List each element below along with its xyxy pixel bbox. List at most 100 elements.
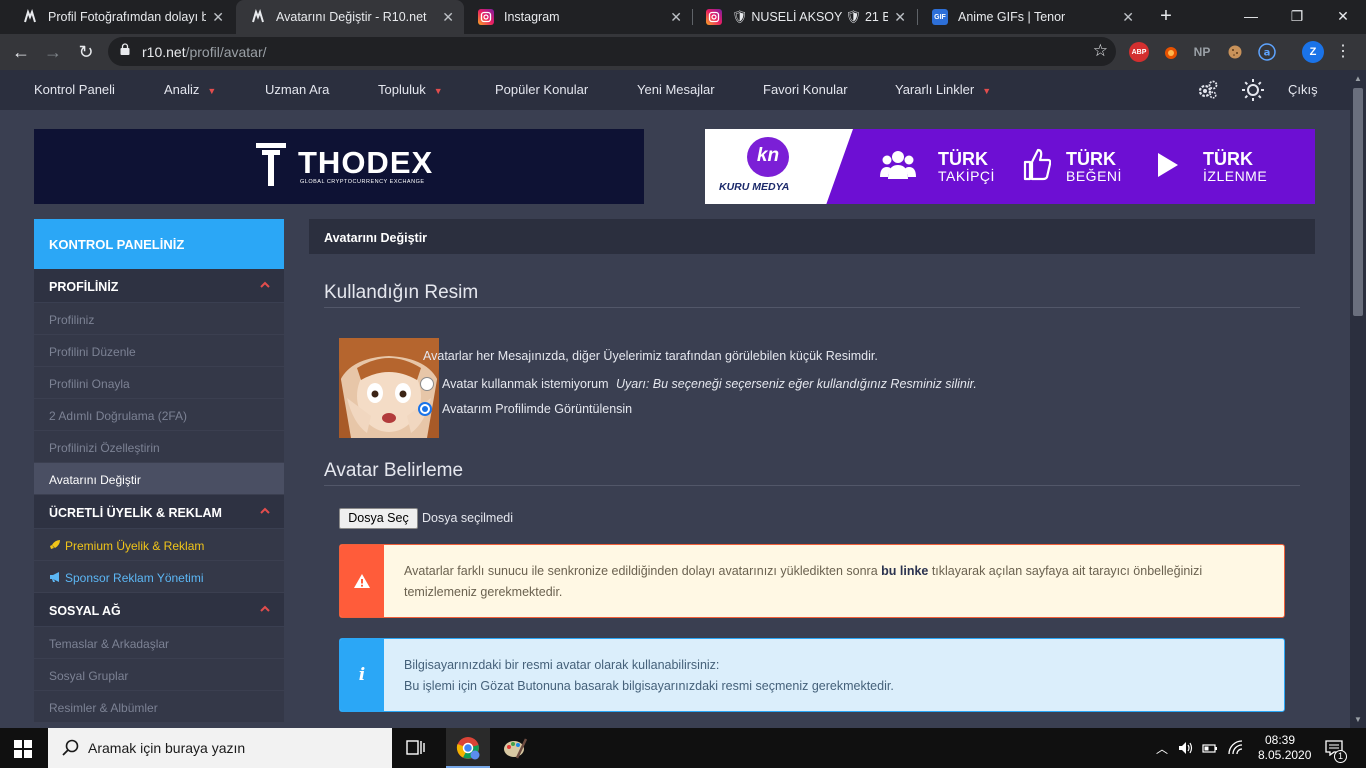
tab-close-icon[interactable]: ✕	[212, 9, 224, 26]
sidebar-section-ucretli[interactable]: ÜCRETLİ ÜYELİK & REKLAM	[34, 495, 284, 529]
np-extension-icon[interactable]: NP	[1192, 42, 1212, 62]
browser-tab-nuseli[interactable]: 🛡 NUSELİ AKSOY 🛡 21 B 🛡 ( ✕	[692, 0, 916, 34]
info-alert: i Bilgisayarınızdaki bir resmi avatar ol…	[339, 638, 1285, 712]
page-scrollbar[interactable]: ▲ ▼	[1350, 70, 1366, 728]
cookie-extension-icon[interactable]	[1225, 42, 1245, 62]
taskbar-search-box[interactable]: Aramak için buraya yazın	[48, 728, 392, 768]
tab-close-icon[interactable]: ✕	[894, 9, 906, 26]
browser-tab-avatar[interactable]: Avatarını Değiştir - R10.net ✕	[236, 0, 464, 34]
info-line-1: Bilgisayarınızdaki bir resmi avatar olar…	[404, 658, 720, 672]
nav-yeni-mesajlar[interactable]: Yeni Mesajlar	[637, 82, 715, 97]
option-no-avatar: Avatar kullanmak istemiyorum Uyarı: Bu s…	[442, 377, 977, 391]
sidebar-item-sponsor[interactable]: Sponsor Reklam Yönetimi	[34, 561, 284, 593]
kurumedya-banner[interactable]: kn KURU MEDYA TÜRK TAKİPÇİ TÜRK BEĞENİ T…	[705, 129, 1315, 204]
sun-theme-icon[interactable]	[1241, 78, 1265, 102]
divider	[324, 485, 1300, 486]
nav-topluluk[interactable]: Topluluk ▼	[378, 82, 443, 97]
option-no-avatar-label: Avatar kullanmak istemiyorum	[442, 377, 609, 391]
sidebar-item-label: Sponsor Reklam Yönetimi	[65, 571, 204, 585]
browser-tab-strip: Profil Fotoğrafımdan dolayı ba ✕ Avatarı…	[0, 0, 1366, 34]
sidebar-item-sosyal-gruplar[interactable]: Sosyal Gruplar	[34, 659, 284, 691]
bookmark-star-icon[interactable]: ☆	[1093, 41, 1108, 61]
nav-analiz[interactable]: Analiz ▼	[164, 82, 216, 97]
url-path: /profil/avatar/	[185, 44, 267, 60]
sidebar-item-2fa[interactable]: 2 Adımlı Doğrulama (2FA)	[34, 399, 284, 431]
adblock-icon[interactable]: ABP	[1129, 42, 1149, 62]
tab-close-icon[interactable]: ✕	[1122, 9, 1134, 26]
taskbar-chrome-button[interactable]	[446, 728, 490, 768]
wifi-icon[interactable]	[1228, 740, 1244, 756]
sidebar-section-sosyal-ag[interactable]: SOSYAL AĞ	[34, 593, 284, 627]
browser-menu-icon[interactable]: ⋮	[1330, 39, 1356, 65]
tray-expand-icon[interactable]: ︿	[1156, 740, 1168, 757]
radio-selected-dot	[422, 406, 428, 412]
windows-start-icon[interactable]	[14, 740, 32, 758]
sidebar-item-temaslar[interactable]: Temaslar & Arkadaşlar	[34, 627, 284, 659]
sidebar-item-profilini-onayla[interactable]: Profilini Onayla	[34, 367, 284, 399]
at-extension-icon[interactable]: a	[1257, 42, 1277, 62]
cache-link[interactable]: bu linke	[881, 564, 928, 578]
thodex-logo-icon	[256, 143, 286, 186]
control-panel-sidebar: KONTROL PANELİNİZ PROFİLİNİZ Profiliniz …	[34, 219, 284, 723]
scroll-down-icon[interactable]: ▼	[1354, 715, 1362, 724]
tab-close-icon[interactable]: ✕	[442, 9, 454, 26]
ad-item-2-top: TÜRK	[1066, 149, 1116, 169]
thodex-banner[interactable]: THODEX GLOBAL CRYPTOCURRENCY EXCHANGE	[34, 129, 644, 204]
option-no-avatar-warning: Uyarı: Bu seçeneği seçerseniz eğer kulla…	[615, 377, 977, 391]
sidebar-section-profiliniz[interactable]: PROFİLİNİZ	[34, 269, 284, 303]
nav-populer-konular[interactable]: Popüler Konular	[495, 82, 588, 97]
address-bar[interactable]: r10.net/profil/avatar/ ☆	[108, 37, 1116, 66]
new-tab-plus-icon[interactable]: +	[1154, 4, 1178, 28]
back-arrow-icon[interactable]: ←	[8, 39, 34, 65]
choose-file-button[interactable]: Dosya Seç	[339, 508, 418, 529]
volume-icon[interactable]	[1178, 741, 1194, 755]
scroll-up-icon[interactable]: ▲	[1354, 74, 1362, 83]
minimize-icon[interactable]: —	[1228, 0, 1274, 34]
lock-icon	[120, 43, 130, 55]
window-close-icon[interactable]: ✕	[1320, 0, 1366, 34]
file-status-text: Dosya seçilmedi	[422, 511, 514, 525]
nav-kontrol-paneli[interactable]: Kontrol Paneli	[34, 82, 115, 97]
profile-avatar[interactable]: Z	[1302, 41, 1324, 63]
nav-favori-konular[interactable]: Favori Konular	[763, 82, 848, 97]
sidebar-item-profilini-duzenle[interactable]: Profilini Düzenle	[34, 335, 284, 367]
tab-close-icon[interactable]: ✕	[670, 9, 682, 26]
settings-gears-icon[interactable]	[1196, 78, 1220, 102]
logout-link[interactable]: Çıkış	[1288, 82, 1318, 97]
warning-text-pre: Avatarlar farklı sunucu ile senkronize e…	[404, 564, 882, 578]
browser-tab-instagram[interactable]: Instagram ✕	[464, 0, 692, 34]
info-icon: i	[358, 665, 366, 685]
sidebar-item-profiliniz[interactable]: Profiliniz	[34, 303, 284, 335]
battery-icon[interactable]	[1202, 741, 1218, 755]
nav-label: Favori Konular	[763, 82, 848, 97]
fox-extension-icon[interactable]	[1161, 42, 1181, 62]
browser-tab-tenor[interactable]: GIF Anime GIFs | Tenor ✕	[918, 0, 1144, 34]
scrollbar-thumb[interactable]	[1353, 88, 1363, 316]
task-view-icon[interactable]	[406, 739, 426, 757]
taskbar-clock[interactable]: 08:39 8.05.2020	[1258, 733, 1311, 763]
site-navbar: Kontrol Paneli Analiz ▼ Uzman Ara Toplulu…	[0, 70, 1350, 110]
panel-title: Avatarını Değiştir	[309, 219, 1315, 254]
radio-no-avatar[interactable]	[420, 377, 434, 391]
nav-uzman-ara[interactable]: Uzman Ara	[265, 82, 329, 97]
browser-tab-profil[interactable]: Profil Fotoğrafımdan dolayı ba ✕	[8, 0, 234, 34]
section-title: PROFİLİNİZ	[49, 280, 119, 294]
avatar-panel: Avatarını Değiştir Kullandığın Resim Ava…	[309, 219, 1315, 728]
paint-icon[interactable]	[503, 736, 527, 760]
megaphone-icon	[50, 572, 59, 582]
radio-show-avatar[interactable]	[418, 402, 432, 416]
restore-icon[interactable]: ❐	[1274, 0, 1320, 34]
nav-yararli-linkler[interactable]: Yararlı Linkler ▼	[895, 82, 991, 97]
kurumedya-brand: KURU MEDYA	[719, 181, 790, 193]
reload-icon[interactable]: ↻	[73, 39, 99, 65]
tab-title: 🛡 NUSELİ AKSOY 🛡 21 B 🛡 (	[732, 9, 889, 24]
sidebar-item-premium[interactable]: Premium Üyelik & Reklam	[34, 529, 284, 561]
info-line-2: Bu işlemi için Gözat Butonuna basarak bi…	[404, 679, 894, 693]
sidebar-item-resimler[interactable]: Resimler & Albümler	[34, 691, 284, 723]
alert-box	[340, 545, 384, 617]
sidebar-item-avatar[interactable]: Avatarını Değiştir	[34, 463, 284, 495]
sidebar-item-ozellestirin[interactable]: Profilinizi Özelleştirin	[34, 431, 284, 463]
nav-label: Analiz	[164, 82, 200, 97]
forward-arrow-icon[interactable]: →	[40, 39, 66, 65]
ad-item-1-bottom: TAKİPÇİ	[938, 168, 995, 184]
